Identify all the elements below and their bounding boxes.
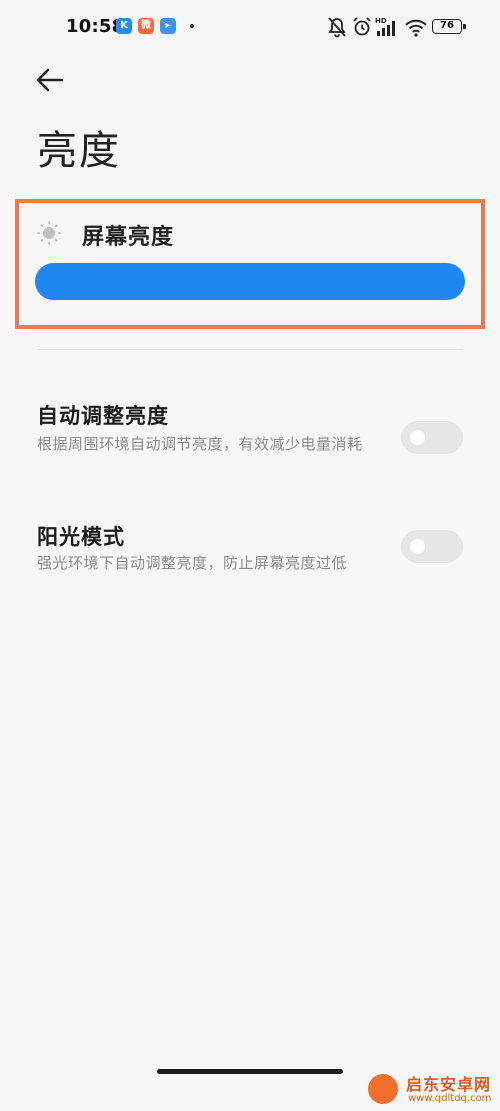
auto-brightness-title: 自动调整亮度 [37, 404, 169, 428]
home-indicator[interactable] [157, 1069, 343, 1074]
alarm-icon [353, 17, 371, 36]
battery-icon: 76 [432, 19, 466, 34]
svg-text:HD: HD [375, 17, 387, 25]
notification-app-icon: ▸ [160, 18, 176, 34]
brightness-slider[interactable] [35, 263, 465, 300]
sun-icon [37, 221, 61, 245]
toggle-knob [410, 430, 425, 445]
watermark-name: 启东安卓网 [406, 1075, 492, 1094]
more-notifications-icon [190, 24, 194, 28]
back-arrow-icon[interactable] [34, 64, 70, 96]
notification-app-icon: K [116, 18, 132, 34]
watermark-url: www.qdltdq.com [408, 1093, 492, 1104]
watermark: 启东安卓网 www.qdltdq.com [368, 1068, 498, 1108]
hd-signal-icon: HD [375, 17, 395, 36]
notification-app-icon: 微 [138, 18, 154, 34]
auto-brightness-desc: 根据周围环境自动调节亮度，有效减少电量消耗 [37, 435, 363, 453]
sunlight-mode-desc: 强光环境下自动调整亮度，防止屏幕亮度过低 [37, 554, 348, 572]
watermark-logo-icon [368, 1074, 398, 1104]
screen-brightness-label: 屏幕亮度 [82, 225, 175, 250]
auto-brightness-toggle[interactable] [401, 421, 463, 454]
sunlight-mode-toggle[interactable] [401, 530, 463, 563]
bell-off-icon [328, 17, 346, 38]
sunlight-mode-title: 阳光模式 [37, 525, 125, 549]
wifi-icon [405, 19, 427, 37]
toggle-knob [410, 539, 425, 554]
status-bar: 10:58 K 微 ▸ HD 76 [0, 0, 500, 56]
divider [37, 349, 463, 350]
page-title: 亮度 [37, 128, 121, 174]
